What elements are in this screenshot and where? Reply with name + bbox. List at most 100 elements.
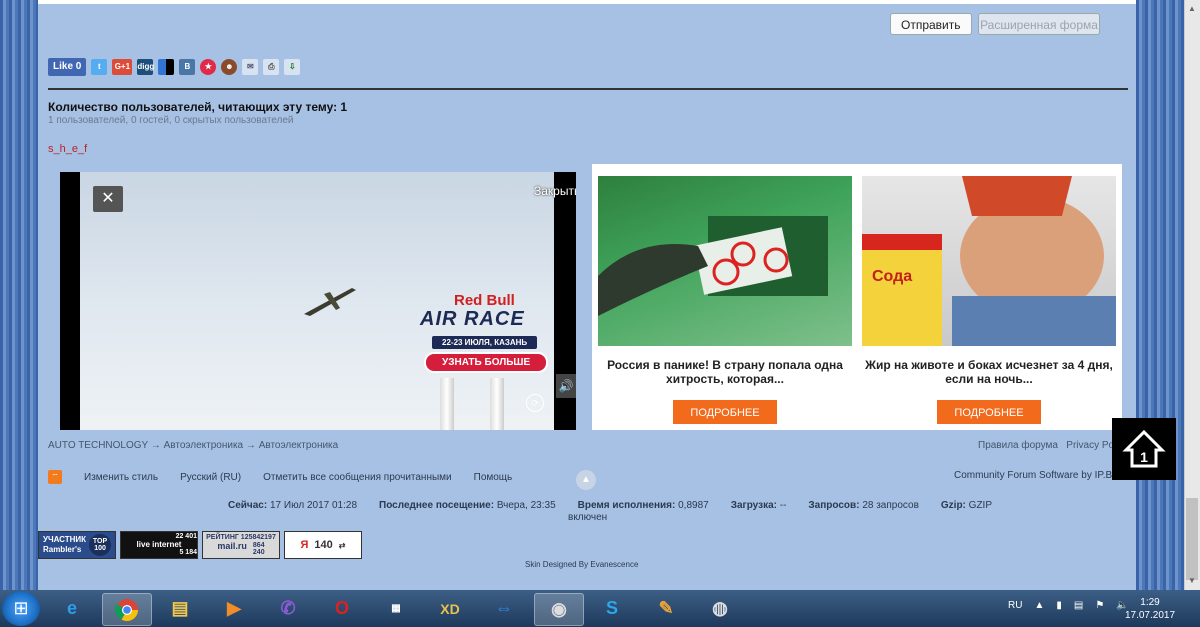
video-frame: ✕ Закрыть Red Bull AIR RACE 22-23 ИЮЛЯ, …	[80, 172, 576, 430]
stat-queries: Запросов: 28 запросов	[808, 500, 919, 511]
top-divider	[38, 0, 1136, 4]
clock[interactable]: 1:29 17.07.2017	[1122, 596, 1178, 622]
stat-exec-time: Время исполнения: 0,8987	[577, 500, 709, 511]
rambler-line2: Rambler's	[42, 545, 82, 554]
network-icon[interactable]: ▤	[1074, 600, 1083, 611]
yandex-counter[interactable]: Я 140 ⇄	[284, 531, 362, 559]
scroll-to-top-button[interactable]: 1	[1112, 418, 1176, 480]
viber-icon[interactable]: ✆	[264, 593, 312, 624]
breadcrumb-item[interactable]: Автоэлектроника	[164, 440, 244, 451]
start-button[interactable]: ⊞	[2, 591, 40, 626]
counters: УЧАСТНИК Rambler's TOP 100 22 401 live i…	[38, 531, 362, 559]
event-date: 22-23 ИЮЛЯ, КАЗАНЬ	[432, 336, 538, 349]
breadcrumb-item[interactable]: AUTO TECHNOLOGY	[48, 440, 148, 451]
breadcrumb-separator: →	[150, 440, 161, 451]
liveinternet-counter[interactable]: 22 401 live internet 5 184	[120, 531, 198, 559]
share-bar: Like 0 t G+1 digg B ★ ☻ ✉ ⎙ ⇩	[48, 58, 301, 76]
xd-icon[interactable]: XD	[426, 593, 474, 624]
section-divider	[48, 88, 1128, 90]
scroll-up-icon[interactable]: ▲	[576, 470, 596, 490]
language-link[interactable]: Русский (RU)	[180, 472, 241, 483]
skin-credit: Skin Designed By Evanescence	[525, 560, 639, 569]
facebook-like-button[interactable]: Like 0	[48, 58, 87, 76]
ad-text[interactable]: Россия в панике! В страну попала одна хи…	[598, 358, 852, 388]
redbull-promo: Red Bull AIR RACE 22-23 ИЮЛЯ, КАЗАНЬ УЗН…	[410, 280, 570, 430]
left-decorative-stripe	[0, 0, 38, 590]
forum-rules-link[interactable]: Правила форума	[978, 440, 1058, 451]
air-race-logo: AIR RACE	[420, 308, 525, 330]
redbull-logo: Red Bull	[454, 292, 515, 309]
system-tray: RU ▲ ▮ ▤ ⚑ 🔈	[1008, 600, 1129, 611]
yandex-letter: Я	[300, 539, 309, 551]
breadcrumb-separator: →	[245, 440, 256, 451]
skype-icon[interactable]: S	[588, 593, 636, 624]
breadcrumb: AUTO TECHNOLOGY → Автоэлектроника → Авто…	[48, 440, 338, 451]
ad-more-button[interactable]: ПОДРОБНЕЕ	[673, 400, 777, 424]
ad-card[interactable]: Сода Жир на животе и боках исчезнет за 4…	[862, 176, 1116, 424]
twitter-icon[interactable]: t	[91, 59, 108, 75]
belly-image: Сода	[862, 176, 1116, 346]
video-ad[interactable]: ✕ Закрыть Red Bull AIR RACE 22-23 ИЮЛЯ, …	[60, 172, 576, 430]
scroll-up-arrow[interactable]: ▲	[1186, 4, 1198, 14]
software-credit[interactable]: Community Forum Software by IP.Bo	[954, 470, 1118, 481]
digg-icon[interactable]: digg	[137, 59, 154, 75]
odnoklassniki-icon[interactable]: ☻	[221, 59, 238, 75]
help-link[interactable]: Помощь	[474, 472, 513, 483]
replay-icon[interactable]: ⟳	[526, 394, 544, 412]
paint-icon[interactable]: ✎	[642, 593, 690, 624]
explorer-icon[interactable]: ▤	[156, 593, 204, 624]
change-style-link[interactable]: Изменить стиль	[84, 472, 158, 483]
teamviewer-icon[interactable]: ⇔	[480, 593, 528, 624]
readers-subtitle: 1 пользователей, 0 гостей, 0 скрытых пол…	[48, 115, 294, 126]
ad-text[interactable]: Жир на животе и боках исчезнет за 4 дня,…	[862, 358, 1116, 388]
forum-content: Отправить Расширенная форма Like 0 t G+1…	[38, 0, 1136, 590]
send-button[interactable]: Отправить	[890, 13, 972, 35]
ads-block: Россия в панике! В страну попала одна хи…	[592, 164, 1122, 430]
reader-user-link[interactable]: s_h_e_f	[48, 143, 87, 155]
chrome-icon[interactable]	[102, 593, 152, 626]
privacy-link[interactable]: Privacy Po	[1066, 440, 1114, 451]
footer-links: Правила форума Privacy Po	[978, 440, 1114, 451]
scroll-down-arrow[interactable]: ▼	[1186, 576, 1198, 586]
stat-last-visit: Последнее посещение: Вчера, 23:35	[379, 500, 556, 511]
ie-icon[interactable]: e	[48, 593, 96, 624]
print-icon[interactable]: ⎙	[263, 59, 280, 75]
close-ad-link[interactable]: Закрыть	[534, 184, 576, 198]
speaker-app-icon[interactable]: ◍	[696, 593, 744, 624]
rambler-counter[interactable]: УЧАСТНИК Rambler's TOP 100	[38, 531, 116, 559]
stat-load: Загрузка: --	[730, 500, 787, 511]
learn-more-button[interactable]: УЗНАТЬ БОЛЬШЕ	[424, 352, 549, 373]
pylon	[490, 378, 504, 430]
calculator-app-icon[interactable]: ▦	[372, 593, 420, 624]
tray-arrow-icon[interactable]: ▲	[1034, 600, 1044, 611]
close-icon[interactable]: ✕	[93, 186, 123, 212]
advanced-form-button[interactable]: Расширенная форма	[978, 13, 1100, 35]
signal-icon[interactable]: ▮	[1056, 600, 1062, 611]
flag-icon[interactable]: ⚑	[1095, 600, 1104, 611]
language-indicator[interactable]: RU	[1008, 600, 1022, 611]
ad-more-button[interactable]: ПОДРОБНЕЕ	[937, 400, 1041, 424]
google-plus-icon[interactable]: G+1	[112, 59, 133, 75]
scrollbar-thumb[interactable]	[1186, 498, 1198, 580]
rss-icon[interactable]: ⌔	[48, 470, 62, 484]
volume-icon[interactable]: 🔊	[556, 374, 576, 398]
taskbar: ⊞ e ▤ ▶ ✆ O ▦ XD ⇔ ◉ S ✎ ◍ RU ▲ ▮ ▤ ⚑ 🔈 …	[0, 590, 1200, 627]
vk-icon[interactable]: B	[179, 59, 196, 75]
email-icon[interactable]: ✉	[242, 59, 259, 75]
pylon	[440, 378, 454, 430]
download-icon[interactable]: ⇩	[284, 59, 301, 75]
mailru-counter[interactable]: РЕЙТИНГ 125842197 mail.ru 864 240	[202, 531, 280, 559]
media-player-icon[interactable]: ▶	[210, 593, 258, 624]
airplane-icon	[304, 288, 356, 316]
right-decorative-stripe	[1136, 0, 1184, 590]
soda-label: Сода	[872, 268, 913, 285]
webcam-icon[interactable]: ◉	[534, 593, 584, 626]
rambler-top: TOP 100	[89, 534, 112, 556]
breadcrumb-item[interactable]: Автоэлектроника	[259, 440, 339, 451]
star-icon[interactable]: ★	[200, 59, 217, 75]
opera-icon[interactable]: O	[318, 593, 366, 624]
delicious-icon[interactable]	[158, 59, 175, 75]
ad-card[interactable]: Россия в панике! В страну попала одна хи…	[598, 176, 852, 424]
mark-read-link[interactable]: Отметить все сообщения прочитанными	[263, 472, 452, 483]
stat-gzip: Gzip: GZIP	[940, 500, 993, 511]
